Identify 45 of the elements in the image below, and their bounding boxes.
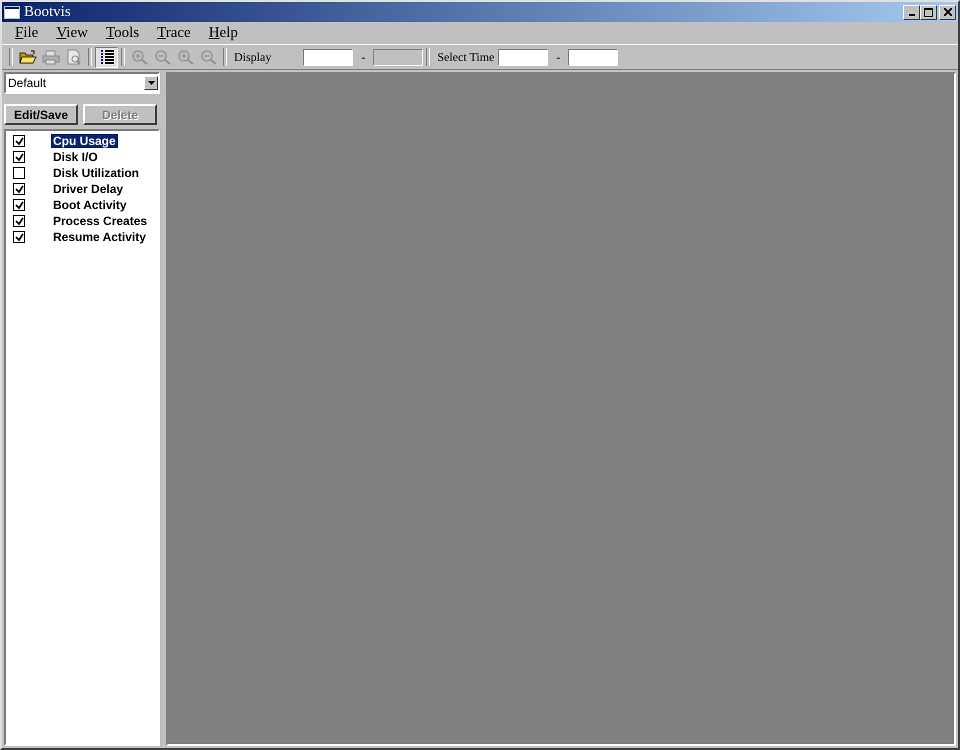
checkbox[interactable] (13, 167, 25, 179)
checkbox[interactable] (13, 215, 25, 227)
page-magnifier-icon (64, 49, 82, 65)
magnifier-plus-icon (130, 49, 148, 65)
menu-item[interactable]: View (47, 24, 97, 42)
list-item[interactable]: Resume Activity (51, 230, 148, 244)
select-time-start-field[interactable] (498, 48, 548, 66)
menu-item[interactable]: Trace (148, 24, 200, 42)
range-dash: - (361, 50, 366, 64)
list-icon (98, 49, 114, 65)
minimize-button[interactable] (903, 4, 920, 20)
range-dash: - (556, 50, 560, 64)
list-item[interactable]: Disk Utilization (51, 166, 142, 180)
menu-item[interactable]: Tools (96, 24, 148, 42)
list-item[interactable]: Driver Delay (51, 182, 126, 196)
magnifier-plus-icon (176, 49, 194, 65)
checkbox[interactable] (13, 135, 25, 147)
checkbox[interactable] (13, 199, 25, 211)
window-title: Bootvis (24, 4, 71, 20)
folder-icon (18, 49, 36, 65)
menu-item[interactable]: File (6, 24, 48, 42)
maximize-icon (924, 8, 933, 16)
display-start-field[interactable] (303, 48, 354, 66)
magnifier-minus-icon (200, 49, 218, 65)
window-icon (4, 6, 20, 18)
edit-save-button[interactable]: Edit/Save (4, 104, 78, 125)
list-item[interactable]: Disk I/O (51, 150, 100, 164)
checkbox[interactable] (13, 231, 25, 243)
printer-icon (42, 49, 60, 65)
maximize-button[interactable] (920, 4, 937, 20)
dropdown-arrow-icon (148, 81, 154, 85)
menu-item[interactable]: Help (200, 24, 247, 42)
magnifier-minus-icon (154, 49, 172, 65)
select-time-end-field[interactable] (568, 48, 618, 66)
checkbox[interactable] (13, 183, 25, 195)
list-item[interactable]: Cpu Usage (51, 134, 118, 148)
list-view-button[interactable] (95, 46, 118, 68)
list-item[interactable]: Boot Activity (51, 198, 129, 212)
close-icon (944, 8, 952, 16)
checkbox[interactable] (13, 151, 25, 163)
select-time-label: Select Time (437, 50, 494, 64)
display-label: Display (234, 50, 272, 64)
profile-dropdown[interactable]: Default (4, 72, 160, 94)
close-button[interactable] (939, 4, 956, 20)
list-item[interactable]: Process Creates (51, 214, 150, 228)
